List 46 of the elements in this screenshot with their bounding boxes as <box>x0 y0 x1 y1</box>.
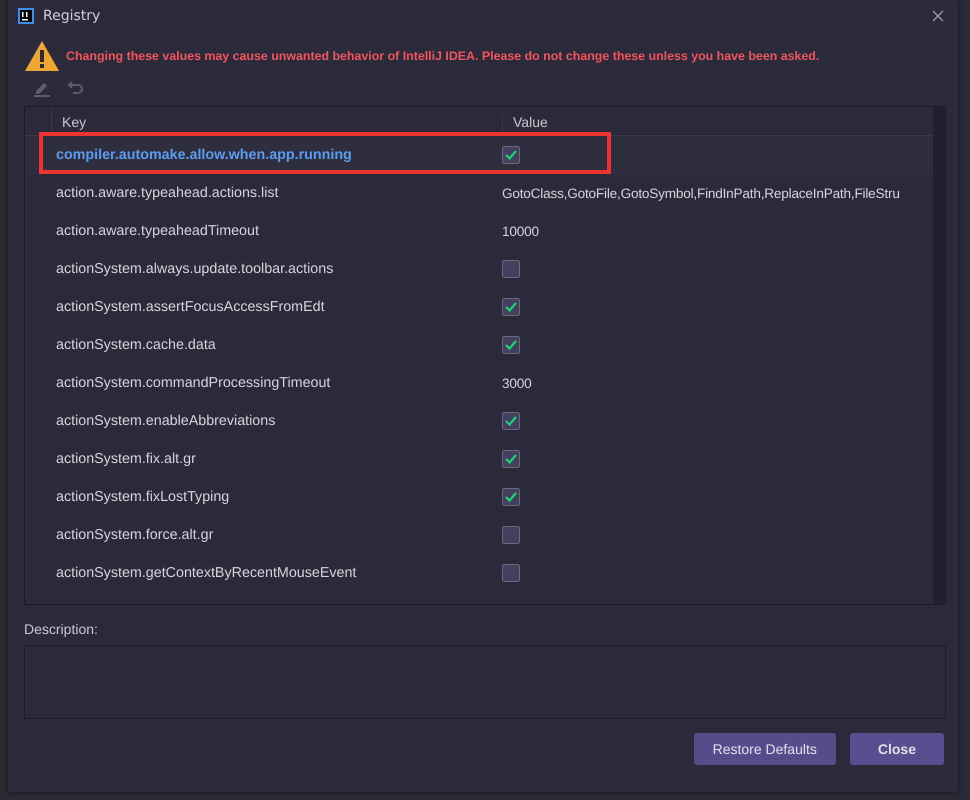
registry-key: actionSystem.fix.alt.gr <box>51 451 497 467</box>
table-row[interactable]: actionSystem.enableAbbreviations <box>25 402 933 440</box>
table-row[interactable]: actionSystem.getContextByRecentMouseEvent <box>25 554 933 592</box>
table-row[interactable]: actionSystem.fix.alt.gr <box>25 440 933 478</box>
app-icon <box>18 8 34 24</box>
registry-key: action.aware.typeaheadTimeout <box>51 223 497 239</box>
table-row[interactable]: actionSystem.cache.data <box>25 326 933 364</box>
registry-value: 10000 <box>502 224 539 238</box>
restore-defaults-button[interactable]: Restore Defaults <box>694 733 836 765</box>
description-label: Description: <box>24 621 99 637</box>
registry-key: actionSystem.enableAbbreviations <box>51 413 497 429</box>
registry-key: actionSystem.always.update.toolbar.actions <box>51 261 497 277</box>
column-header[interactable]: Value <box>503 114 548 135</box>
warning-message: Changing these values may cause unwanted behavior of IntelliJ IDEA. Please do not change these unless you have been asked. <box>66 49 820 63</box>
registry-key: actionSystem.assertFocusAccessFromEdt <box>51 299 497 315</box>
close-button[interactable]: Close <box>850 733 944 765</box>
table-row[interactable]: actionSystem.fixLostTyping <box>25 478 933 516</box>
registry-key: actionSystem.force.alt.gr <box>51 527 497 543</box>
warning-icon <box>24 40 60 72</box>
registry-key: actionSystem.commandProcessingTimeout <box>51 375 497 391</box>
checkbox[interactable] <box>502 526 520 544</box>
scrollbar[interactable] <box>933 107 945 604</box>
checkbox[interactable] <box>502 146 520 164</box>
table-row[interactable]: action.aware.typeahead.actions.list GotoClass,GotoFile,GotoSymbol,FindInPath,ReplaceInPath,FileStru <box>25 174 933 212</box>
registry-key: actionSystem.cache.data <box>51 337 497 353</box>
registry-key: compiler.automake.allow.when.app.running <box>51 147 497 163</box>
close-icon[interactable] <box>932 10 944 22</box>
window-title: Registry <box>43 8 102 24</box>
column-header[interactable]: Key <box>52 114 503 135</box>
checkbox[interactable] <box>502 488 520 506</box>
registry-key: action.aware.typeahead.actions.list <box>51 185 497 201</box>
checkbox[interactable] <box>502 412 520 430</box>
checkbox[interactable] <box>502 260 520 278</box>
table-row[interactable]: actionSystem.assertFocusAccessFromEdt <box>25 288 933 326</box>
checkbox[interactable] <box>502 564 520 582</box>
registry-value: 3000 <box>502 376 532 390</box>
checkbox[interactable] <box>502 450 520 468</box>
table-row[interactable]: actionSystem.commandProcessingTimeout 3000 <box>25 364 933 402</box>
registry-key: actionSystem.fixLostTyping <box>51 489 497 505</box>
checkbox[interactable] <box>502 336 520 354</box>
registry-value: GotoClass,GotoFile,GotoSymbol,FindInPath,ReplaceInPath,FileStru <box>502 186 900 200</box>
table-row[interactable]: actionSystem.force.alt.gr <box>25 516 933 554</box>
table-row[interactable]: action.aware.typeaheadTimeout 10000 <box>25 212 933 250</box>
registry-key: actionSystem.getContextByRecentMouseEvent <box>51 565 497 581</box>
checkbox[interactable] <box>502 298 520 316</box>
table-row[interactable]: actionSystem.always.update.toolbar.actions <box>25 250 933 288</box>
